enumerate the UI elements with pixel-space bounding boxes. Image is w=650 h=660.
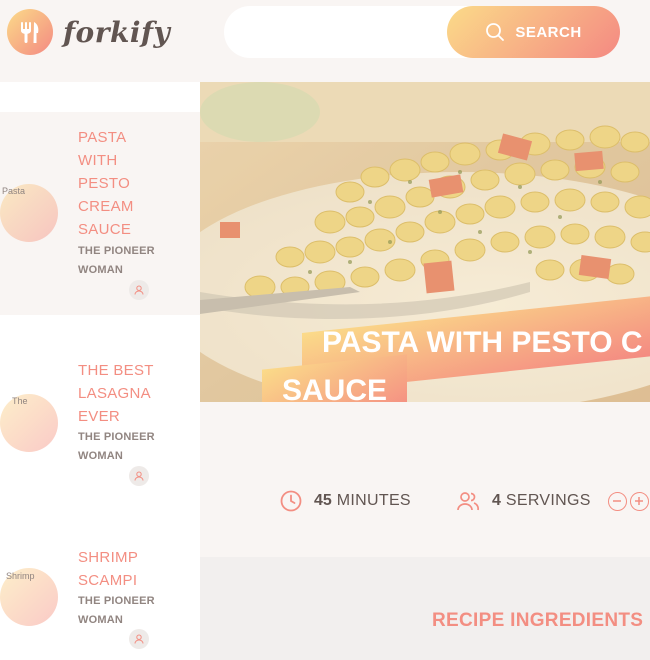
recipe-details: 45 MINUTES 4 SERVINGS: [200, 402, 650, 557]
logo-text: forkify: [63, 15, 171, 49]
servings: 4 SERVINGS: [456, 490, 649, 512]
logo[interactable]: forkify: [7, 9, 170, 55]
search-button[interactable]: SEARCH: [447, 6, 620, 58]
recipe-ingredients: RECIPE INGREDIENTS: [200, 557, 650, 660]
minus-circle-icon: [613, 500, 622, 502]
users-icon: [457, 492, 479, 511]
result-image-alt: Shrimp: [6, 571, 35, 581]
recipe-image: PASTA WITH PESTO C: [200, 82, 650, 402]
cooking-time: 45 MINUTES: [280, 490, 411, 512]
cooking-time-value: 45: [314, 492, 332, 509]
header: forkify SEARCH: [0, 0, 650, 82]
search-icon: [486, 23, 505, 41]
servings-unit: SERVINGS: [505, 492, 591, 509]
search-input[interactable]: [244, 18, 444, 46]
decrease-servings-button[interactable]: [607, 491, 627, 511]
user-icon: [129, 466, 149, 486]
user-icon: [129, 629, 149, 649]
result-item[interactable]: Shrimp SHRIMP SCAMPI THE PIONEER WOMAN: [0, 540, 200, 660]
result-title: PASTA WITH PESTO CREAM SAUCE: [78, 129, 134, 238]
result-title: SHRIMP SCAMPI: [78, 549, 139, 589]
increase-servings-button[interactable]: [629, 491, 649, 511]
user-icon: [129, 280, 149, 300]
search-results: Pasta PASTA WITH PESTO CREAM SAUCE THE P…: [0, 82, 200, 660]
result-item[interactable]: The THE BEST LASAGNA EVER THE PIONEER WO…: [0, 352, 200, 502]
result-item[interactable]: Pasta PASTA WITH PESTO CREAM SAUCE THE P…: [0, 112, 200, 315]
search-form: SEARCH: [224, 6, 620, 58]
result-image-alt: The: [12, 396, 28, 406]
cooking-time-unit: MINUTES: [336, 492, 411, 509]
result-image-alt: Pasta: [2, 186, 26, 196]
fork-knife-icon: [7, 9, 53, 55]
search-button-label: SEARCH: [515, 23, 582, 41]
result-publisher: THE PIONEER WOMAN: [78, 431, 155, 462]
ingredients-heading: RECIPE INGREDIENTS: [432, 610, 644, 631]
clock-icon: [280, 490, 302, 512]
plus-circle-icon: [635, 497, 644, 505]
result-publisher: THE PIONEER WOMAN: [78, 245, 155, 276]
result-publisher: THE PIONEER WOMAN: [78, 595, 155, 626]
servings-value: 4: [492, 492, 501, 509]
result-title: THE BEST LASAGNA EVER: [78, 362, 154, 425]
